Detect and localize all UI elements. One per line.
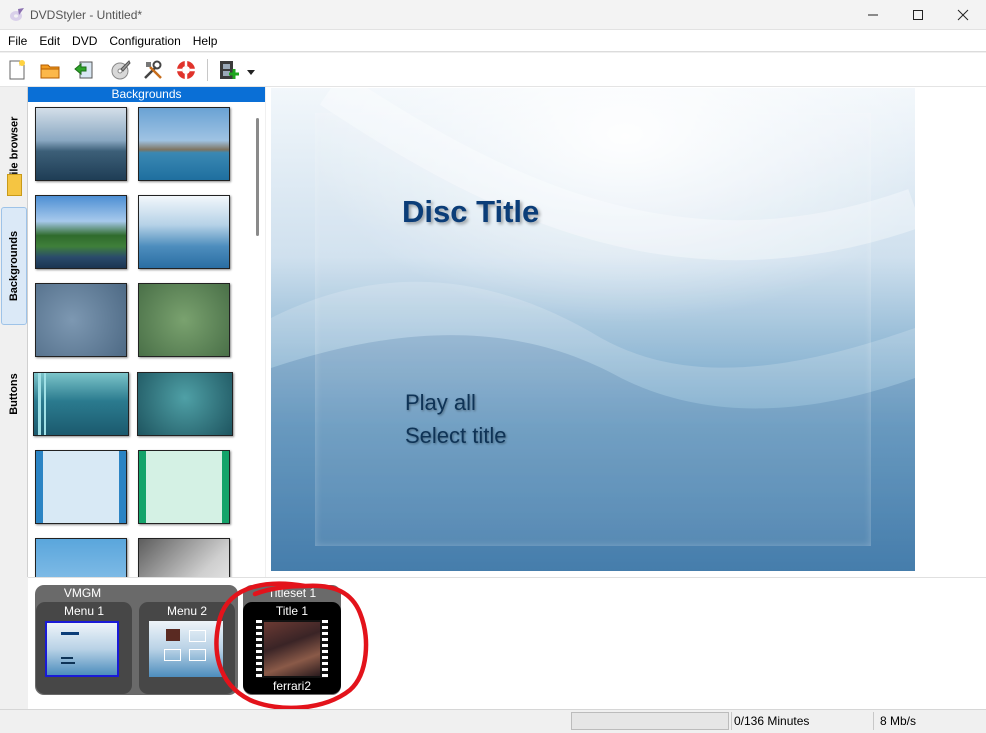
tab-file-browser-label: File browser	[8, 116, 21, 182]
open-project-button[interactable]	[37, 57, 63, 83]
red-annotation-circle	[214, 581, 369, 711]
add-film-icon	[220, 61, 239, 79]
side-tab-strip: File browser Backgrounds Buttons	[0, 87, 28, 577]
menu-edit[interactable]: Edit	[33, 31, 66, 51]
burn-dvd-button[interactable]	[107, 57, 133, 83]
menu-configuration[interactable]: Configuration	[103, 31, 186, 51]
background-thumbnail-gray-gradient[interactable]	[138, 538, 230, 577]
background-thumbnail-lake-forest[interactable]	[35, 195, 127, 269]
tab-backgrounds-label: Backgrounds	[8, 230, 21, 302]
backgrounds-panel	[28, 102, 265, 577]
tools-icon	[144, 60, 162, 79]
play-all-menu-button[interactable]: Play all	[405, 390, 476, 416]
background-thumbnail-ship[interactable]	[138, 107, 230, 181]
menu-dvd[interactable]: DVD	[66, 31, 103, 51]
help-button[interactable]	[173, 57, 199, 83]
title-bar: DVDStyler - Untitled*	[0, 0, 986, 30]
settings-button[interactable]	[140, 57, 166, 83]
background-thumbnail-blue-frame[interactable]	[35, 450, 127, 524]
status-separator	[731, 712, 732, 730]
backgrounds-scrollbar[interactable]	[256, 118, 259, 236]
menu-1-label: Menu 1	[63, 604, 105, 618]
new-document-icon	[9, 60, 25, 80]
vmgm-label: VMGM	[63, 586, 102, 600]
dvdstyler-app-icon	[10, 8, 24, 21]
menu-1-thumbnail[interactable]	[45, 621, 119, 677]
burn-disc-icon	[111, 60, 131, 80]
select-title-menu-button[interactable]: Select title	[405, 423, 507, 449]
toolbar	[0, 53, 986, 87]
add-video-dropdown[interactable]	[246, 66, 256, 80]
save-icon	[74, 61, 93, 79]
bitrate-status: 8 Mb/s	[880, 714, 917, 728]
maximize-button[interactable]	[895, 0, 940, 30]
background-thumbnail-teal-stripes[interactable]	[33, 372, 129, 436]
dropdown-arrow-icon	[247, 70, 255, 75]
background-thumbnail-blue-cloudy[interactable]	[35, 283, 127, 357]
background-thumbnail-blue-wave[interactable]	[138, 195, 230, 269]
tab-backgrounds[interactable]: Backgrounds	[1, 207, 27, 325]
backgrounds-panel-title: Backgrounds	[28, 87, 265, 102]
background-thumbnail-light-blue[interactable]	[35, 538, 127, 577]
open-folder-icon	[40, 64, 60, 79]
save-project-button[interactable]	[71, 57, 97, 83]
background-thumbnail-green-frame[interactable]	[138, 450, 230, 524]
menu-file[interactable]: File	[2, 31, 33, 51]
duration-status: 0/136 Minutes	[734, 714, 810, 728]
close-icon	[957, 9, 968, 21]
folder-icon	[7, 174, 22, 196]
minimize-button[interactable]	[850, 0, 895, 30]
lifebuoy-icon	[177, 61, 195, 79]
tab-buttons[interactable]: Buttons	[1, 349, 27, 439]
toolbar-separator	[207, 59, 208, 81]
status-bar	[0, 709, 986, 733]
minimize-icon	[867, 14, 878, 16]
menu-bar: File Edit DVD Configuration Help	[0, 30, 986, 52]
background-thumbnail-teal-texture[interactable]	[137, 372, 233, 436]
add-video-button[interactable]	[216, 57, 242, 83]
menu-safe-area	[315, 113, 871, 546]
background-thumbnail-green-cloudy[interactable]	[138, 283, 230, 357]
window-title: DVDStyler - Untitled*	[30, 8, 143, 22]
status-separator	[873, 712, 874, 730]
background-thumbnail-sea-clouds[interactable]	[35, 107, 127, 181]
disc-usage-progress-bar	[571, 712, 729, 730]
maximize-icon	[912, 10, 923, 20]
disc-title-text[interactable]: Disc Title	[402, 194, 539, 230]
tab-buttons-label: Buttons	[8, 373, 21, 415]
close-button[interactable]	[940, 0, 985, 30]
menu-help[interactable]: Help	[187, 31, 224, 51]
new-project-button[interactable]	[4, 57, 30, 83]
